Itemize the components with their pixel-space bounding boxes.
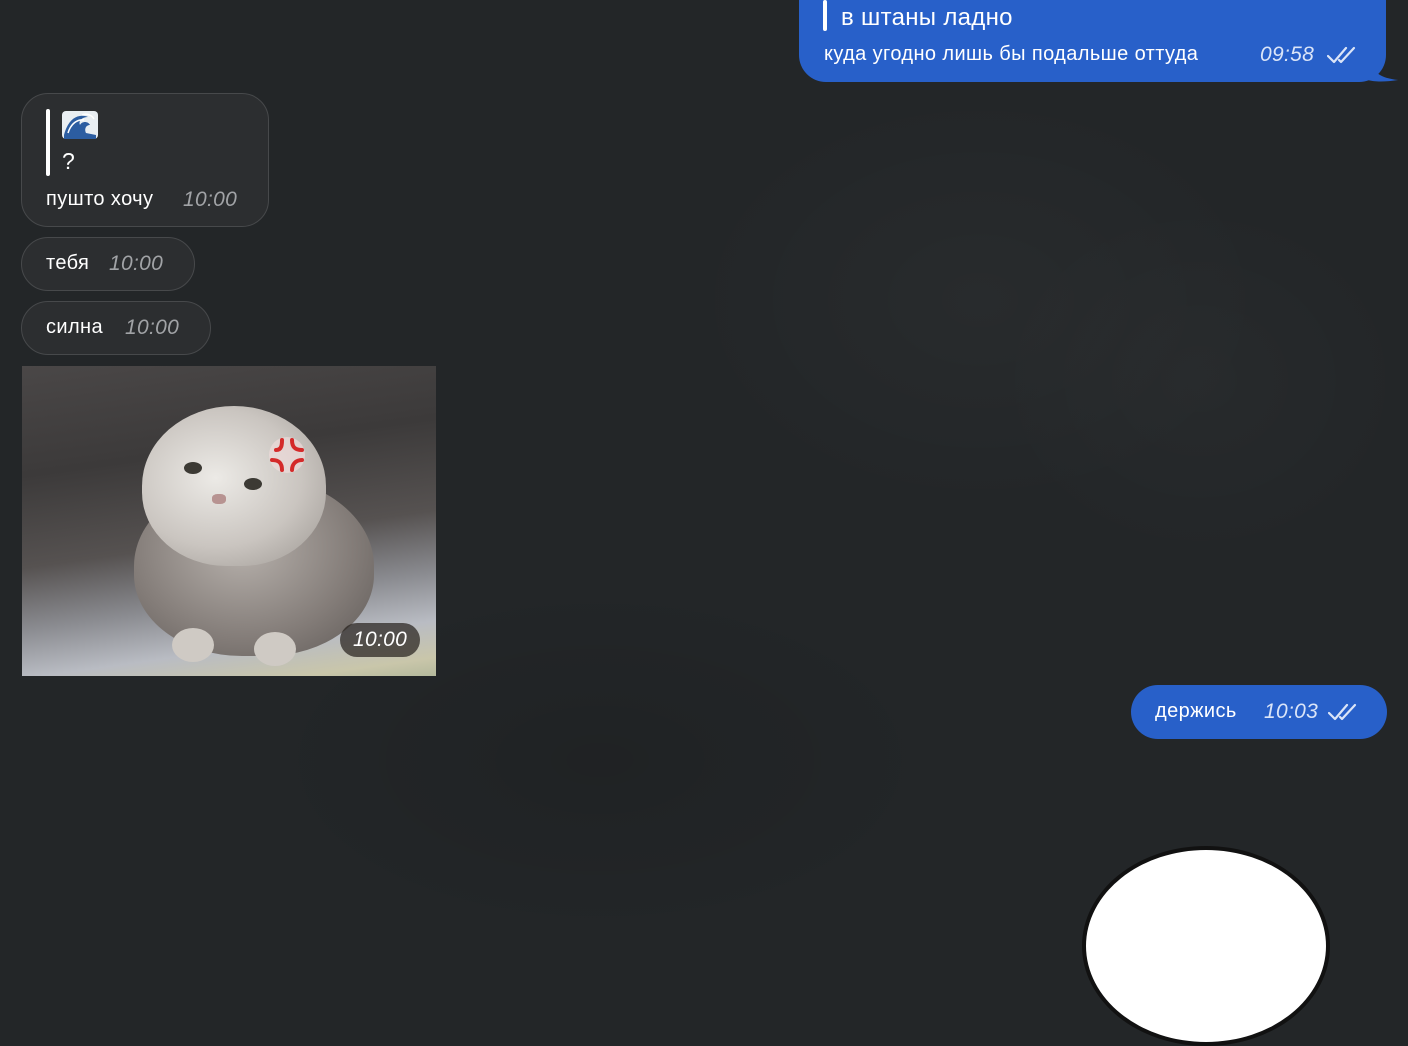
kitten-paw bbox=[254, 632, 296, 666]
photo-message[interactable]: 10:00 bbox=[22, 366, 436, 676]
quote-bar bbox=[46, 109, 50, 176]
message-time: 10:03 bbox=[1264, 700, 1319, 723]
incoming-message[interactable]: тебя 10:00 bbox=[21, 237, 195, 291]
message-time: 10:00 bbox=[353, 628, 408, 651]
message-text: тебя bbox=[46, 252, 90, 274]
wave-emoji bbox=[62, 111, 98, 139]
double-check-icon bbox=[1327, 46, 1356, 64]
kitten-paw bbox=[172, 628, 214, 662]
message-time: 10:00 bbox=[125, 316, 180, 339]
kitten-head bbox=[142, 406, 326, 566]
bubble-tail bbox=[1368, 58, 1398, 82]
message-text: силна bbox=[46, 316, 104, 338]
message-time: 10:00 bbox=[109, 252, 164, 275]
incoming-reply-message[interactable]: ? пушто хочу 10:00 bbox=[21, 93, 269, 227]
photo-time-badge: 10:00 bbox=[340, 623, 420, 657]
quote-bar bbox=[823, 0, 827, 31]
message-text: держись bbox=[1155, 700, 1237, 722]
kitten-eye bbox=[184, 462, 202, 474]
message-time: 09:58 bbox=[1260, 43, 1315, 66]
message-text: пушто хочу bbox=[46, 188, 154, 210]
quoted-text: ? bbox=[62, 148, 75, 174]
message-time: 10:00 bbox=[183, 188, 238, 211]
kitten-nose bbox=[212, 494, 226, 504]
sticker-shape bbox=[1082, 846, 1330, 1046]
outgoing-message[interactable]: держись 10:03 bbox=[1131, 685, 1387, 739]
double-check-icon bbox=[1328, 703, 1357, 721]
kitten-eye bbox=[244, 478, 262, 490]
anger-symbol-icon bbox=[269, 437, 305, 473]
outgoing-message-top[interactable]: в штаны ладно куда угодно лишь бы подаль… bbox=[799, 0, 1386, 82]
message-text: куда угодно лишь бы подальше оттуда bbox=[824, 43, 1199, 65]
quoted-text: в штаны ладно bbox=[841, 4, 1013, 31]
incoming-message[interactable]: силна 10:00 bbox=[21, 301, 211, 355]
